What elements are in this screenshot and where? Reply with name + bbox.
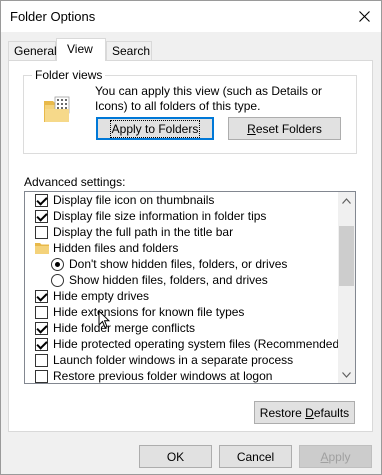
scroll-thumb[interactable] [339,226,354,286]
chevron-up-icon [342,197,351,204]
window-title: Folder Options [10,9,96,24]
setting-row[interactable]: Hide empty drives [25,288,338,304]
scroll-up-button[interactable] [338,192,355,209]
apply-button[interactable]: Apply [299,445,372,468]
tab-search-label: Search [112,44,151,58]
setting-checkbox[interactable] [35,306,48,319]
setting-label: Display file size information in folder … [53,209,267,223]
setting-row[interactable]: Display file size information in folder … [25,208,338,224]
setting-checkbox[interactable] [35,226,48,239]
setting-row[interactable]: Hide extensions for known file types [25,304,338,320]
setting-checkbox[interactable] [35,194,48,207]
restore-label-suffix: efaults [313,405,350,420]
setting-label: Hide extensions for known file types [53,305,245,319]
setting-row[interactable]: Restore previous folder windows at logon [25,368,338,383]
setting-row[interactable]: Hidden files and folders [25,240,338,256]
reset-label-accel: R [247,121,256,136]
mouse-pointer-icon [98,310,110,329]
restore-label-prefix: Restore [259,405,306,420]
ok-label: OK [166,449,185,464]
setting-row[interactable]: Launch folder windows in a separate proc… [25,352,338,368]
setting-row[interactable]: Hide protected operating system files (R… [25,336,343,352]
folder-icon [35,243,49,254]
setting-row[interactable]: Show hidden files, folders, and drives [25,272,338,288]
apply-label-suffix-footer: pply [328,449,351,464]
tab-general[interactable]: General [8,41,57,60]
setting-checkbox[interactable] [35,210,48,223]
setting-label: Display file icon on thumbnails [53,193,215,207]
setting-checkbox[interactable] [35,370,48,383]
setting-label: Display the full path in the title bar [53,225,234,239]
setting-radio[interactable] [51,274,64,287]
folder-views-description: You can apply this view (such as Details… [95,84,323,113]
setting-radio[interactable] [51,258,64,271]
apply-to-folders-label: Apply to Folders [109,119,201,138]
reset-label-suffix: eset Folders [255,121,322,136]
setting-label: Restore previous folder windows at logon [53,369,273,383]
apply-to-folders-button[interactable]: Apply to Folders [96,117,214,140]
setting-label: Hide protected operating system files (R… [53,337,344,351]
cancel-button[interactable]: Cancel [219,445,292,468]
ok-button[interactable]: OK [139,445,212,468]
setting-checkbox[interactable] [35,338,48,351]
setting-label: Hide folder merge conflicts [53,321,196,335]
setting-row[interactable]: Hide folder merge conflicts [25,320,338,336]
apply-label-suffix: lders [172,121,199,136]
advanced-settings-tree[interactable]: Display file icon on thumbnails Display f… [24,191,356,384]
reset-folders-button[interactable]: Reset Folders [228,117,341,140]
advanced-settings-list: Display file icon on thumbnails Display f… [25,192,343,383]
scroll-down-button[interactable] [338,366,355,383]
setting-label: Show hidden files, folders, and drives [69,273,268,287]
setting-label: Hidden files and folders [53,241,179,255]
cancel-label: Cancel [236,449,275,464]
folder-views-icon [44,96,70,122]
setting-label: Hide empty drives [53,289,150,303]
tab-view[interactable]: View [56,38,106,61]
setting-row[interactable]: Don't show hidden files, folders, or dri… [25,256,338,272]
restore-label-accel: D [305,405,314,420]
tab-general-label: General [14,44,57,58]
tab-view-label: View [67,42,93,56]
setting-row[interactable]: Display file icon on thumbnails [25,192,338,208]
tree-scrollbar[interactable] [338,192,355,383]
setting-row[interactable]: Display the full path in the title bar [25,224,338,240]
apply-label-prefix: Apply to Fo [111,121,173,136]
restore-defaults-button[interactable]: Restore Defaults [254,401,355,424]
chevron-down-icon [342,371,351,378]
setting-checkbox[interactable] [35,290,48,303]
title-bar: Folder Options [1,1,381,32]
tab-search[interactable]: Search [106,41,152,60]
setting-label: Launch folder windows in a separate proc… [53,353,294,367]
setting-label: Don't show hidden files, folders, or dri… [69,257,288,271]
advanced-settings-label: Advanced settings: [24,175,126,189]
setting-checkbox[interactable] [35,354,48,367]
apply-label-accel: A [320,449,329,464]
setting-checkbox[interactable] [35,322,48,335]
close-icon [358,11,370,22]
folder-views-legend: Folder views [32,68,106,82]
close-button[interactable] [347,1,381,32]
